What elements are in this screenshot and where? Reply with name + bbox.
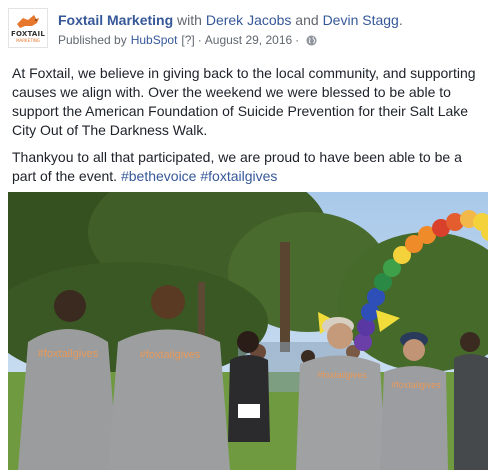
- tagged-user-link[interactable]: Devin Stagg: [323, 12, 399, 28]
- publisher-link[interactable]: HubSpot: [131, 32, 178, 48]
- publisher-help-link[interactable]: [?]: [181, 32, 194, 48]
- tagged-user-link[interactable]: Derek Jacobs: [206, 12, 292, 28]
- shirt-text: #foxtailgives: [391, 380, 441, 390]
- and-text: and: [291, 12, 323, 28]
- separator-dot: ·: [295, 33, 300, 47]
- with-text: with: [173, 12, 206, 28]
- post-photo[interactable]: #foxtailgives #foxtailgives #foxtailgive…: [8, 192, 488, 470]
- post-meta: Published by HubSpot [?] · August 29, 20…: [58, 32, 317, 48]
- shirt-text: #foxtailgives: [317, 370, 367, 380]
- period-text: .: [398, 12, 403, 28]
- logo-subtext: MARKETING: [16, 38, 40, 43]
- shirt-text: #foxtailgives: [140, 349, 201, 361]
- post-text: At Foxtail, we believe in giving back to…: [12, 64, 484, 194]
- globe-icon[interactable]: [306, 34, 317, 46]
- post-header: FOXTAIL MARKETING Foxtail Marketing with…: [8, 8, 488, 52]
- post-paragraph: Thankyou to all that participated, we ar…: [12, 148, 484, 186]
- published-by-label: Published by: [58, 33, 127, 47]
- event-photo-illustration: #foxtailgives #foxtailgives #foxtailgive…: [8, 192, 488, 470]
- page-avatar[interactable]: FOXTAIL MARKETING: [8, 8, 48, 48]
- hashtag-link[interactable]: #bethevoice: [121, 168, 197, 184]
- page-name-link[interactable]: Foxtail Marketing: [58, 12, 173, 28]
- hashtag-link[interactable]: #foxtailgives: [200, 168, 277, 184]
- shirt-text: #foxtailgives: [38, 348, 99, 360]
- fox-logo-icon: [17, 15, 39, 28]
- post-paragraph: At Foxtail, we believe in giving back to…: [12, 65, 476, 138]
- post-date-link[interactable]: August 29, 2016: [205, 32, 292, 48]
- logo-text: FOXTAIL: [11, 30, 45, 38]
- author-line: Foxtail Marketing with Derek Jacobs and …: [58, 11, 403, 29]
- separator-dot: ·: [197, 33, 202, 47]
